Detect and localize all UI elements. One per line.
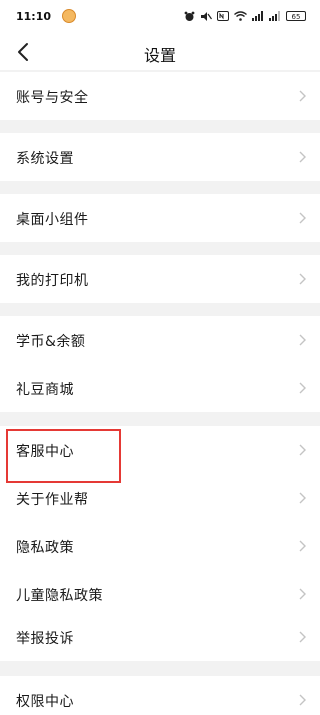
app-notification-icon — [62, 9, 76, 23]
settings-item-label: 举报投诉 — [16, 631, 74, 647]
signal-icon — [269, 11, 280, 21]
settings-item-label: 儿童隐私政策 — [16, 588, 103, 604]
settings-item-account-security[interactable]: 账号与安全 — [0, 72, 320, 120]
settings-item-gift-bean-mall[interactable]: 礼豆商城 — [0, 364, 320, 412]
settings-item-label: 关于作业帮 — [16, 492, 89, 508]
settings-item-system-settings[interactable]: 系统设置 — [0, 133, 320, 181]
chevron-right-icon — [299, 273, 306, 285]
chevron-right-icon — [299, 694, 306, 706]
signal-icon — [252, 11, 263, 21]
settings-item-label: 权限中心 — [16, 694, 74, 710]
highlight-box — [6, 429, 121, 483]
settings-item-child-privacy-policy[interactable]: 儿童隐私政策 — [0, 570, 320, 618]
mute-icon — [201, 11, 212, 21]
nav-bar: 设置 — [0, 34, 320, 70]
chevron-right-icon — [299, 540, 306, 552]
status-time: 11:10 — [16, 10, 52, 23]
settings-item-label: 隐私政策 — [16, 540, 74, 556]
settings-item-desktop-widgets[interactable]: 桌面小组件 — [0, 194, 320, 242]
settings-item-label: 桌面小组件 — [16, 212, 89, 228]
battery-icon: 65 — [286, 11, 306, 21]
settings-item-privacy-policy[interactable]: 隐私政策 — [0, 522, 320, 570]
settings-item-label: 学币&余额 — [16, 334, 86, 350]
chevron-right-icon — [299, 90, 306, 102]
settings-item-label: 礼豆商城 — [16, 382, 74, 398]
chevron-right-icon — [299, 631, 306, 643]
chevron-right-icon — [299, 382, 306, 394]
settings-screen: 11:10 65 设置 账号与安全 系统设置 桌面小组件 我的打印机 学币&余额… — [0, 0, 320, 715]
chevron-right-icon — [299, 492, 306, 504]
status-icons: 65 — [184, 9, 306, 23]
chevron-right-icon — [299, 212, 306, 224]
wifi-icon — [234, 11, 247, 21]
chevron-right-icon — [299, 151, 306, 163]
settings-item-report[interactable]: 举报投诉 — [0, 613, 320, 661]
chevron-right-icon — [299, 588, 306, 600]
settings-item-label: 账号与安全 — [16, 90, 89, 106]
settings-item-label: 系统设置 — [16, 151, 74, 167]
settings-item-permission-center[interactable]: 权限中心 — [0, 676, 320, 715]
settings-item-label: 我的打印机 — [16, 273, 89, 289]
nfc-icon — [217, 11, 229, 21]
settings-item-my-printer[interactable]: 我的打印机 — [0, 255, 320, 303]
alarm-icon — [184, 11, 195, 21]
chevron-right-icon — [299, 444, 306, 456]
settings-item-coins-balance[interactable]: 学币&余额 — [0, 316, 320, 364]
status-bar: 11:10 65 — [0, 0, 320, 34]
chevron-right-icon — [299, 334, 306, 346]
page-title: 设置 — [143, 46, 176, 65]
